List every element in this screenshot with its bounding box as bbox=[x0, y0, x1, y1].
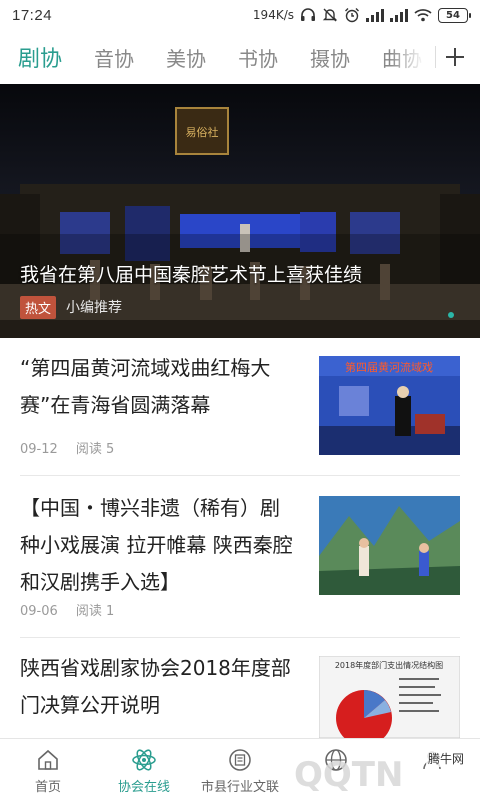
news-meta: 09-12 阅读 5 bbox=[20, 438, 114, 457]
nav-label: 市县行业文联 bbox=[200, 780, 279, 795]
document-icon bbox=[227, 747, 253, 773]
carousel-indicator bbox=[448, 312, 454, 318]
wifi-icon bbox=[414, 9, 432, 22]
tab-fade bbox=[390, 30, 440, 84]
tab-drama[interactable]: 剧协 bbox=[18, 41, 62, 73]
status-icons: 194K/s 54 bbox=[252, 7, 471, 23]
news-thumbnail: 2018年度部门支出情况结构图 bbox=[319, 656, 460, 738]
status-time: 17:24 bbox=[12, 6, 53, 24]
add-tab-button[interactable] bbox=[440, 42, 470, 72]
news-item[interactable]: “第四届黄河流域戏曲红梅大赛”在青海省圆满落幕 09-12 阅读 5 第四届黄河… bbox=[20, 350, 460, 460]
tab-photography[interactable]: 摄协 bbox=[310, 43, 350, 72]
tab-music[interactable]: 音协 bbox=[94, 43, 134, 72]
plus-icon bbox=[446, 48, 464, 66]
watermark-text: 腾牛网 bbox=[425, 750, 466, 767]
news-reads: 阅读 1 bbox=[75, 604, 115, 619]
svg-text:QQTN: QQTN bbox=[294, 755, 403, 795]
atom-icon bbox=[131, 747, 157, 773]
signal-icon-2 bbox=[390, 8, 408, 22]
tab-divider bbox=[435, 46, 436, 68]
hero-source: 小编推荐 bbox=[66, 300, 122, 316]
news-title: “第四届黄河流域戏曲红梅大赛”在青海省圆满落幕 bbox=[20, 356, 271, 417]
hero-banner[interactable]: 易俗社 我省在第八届中国秦腔艺术节上喜获佳绩 热文 小编推荐 bbox=[0, 84, 480, 338]
news-item[interactable]: 【中国・博兴非遗（稀有）剧种小戏展演 拉开帷幕 陕西秦腔和汉剧携手入选】 09-… bbox=[20, 490, 460, 625]
divider bbox=[20, 475, 460, 476]
thumb-caption: 2018年度部门支出情况结构图 bbox=[335, 660, 443, 670]
tab-calligraphy[interactable]: 书协 bbox=[238, 43, 278, 72]
nav-association-online[interactable]: 协会在线 bbox=[96, 739, 192, 800]
divider bbox=[20, 637, 460, 638]
news-thumbnail bbox=[319, 496, 460, 595]
news-date: 09-12 bbox=[20, 442, 58, 457]
headphones-icon bbox=[301, 8, 315, 21]
news-item[interactable]: 陕西省戏剧家协会2018年度部门决算公开说明 2018年度部门支出情况结构图 bbox=[20, 650, 460, 738]
home-icon bbox=[35, 747, 61, 773]
status-bar: 17:24 194K/s 54 bbox=[0, 0, 480, 30]
signal-icon bbox=[366, 8, 384, 22]
battery-indicator: 54 bbox=[438, 7, 471, 23]
hero-title: 我省在第八届中国秦腔艺术节上喜获佳绩 bbox=[20, 264, 363, 286]
news-reads: 阅读 5 bbox=[75, 442, 115, 457]
nav-label: 协会在线 bbox=[117, 780, 170, 795]
nav-city-arts[interactable]: 市县行业文联 bbox=[192, 739, 288, 800]
news-title: 【中国・博兴非遗（稀有）剧种小戏展演 拉开帷幕 陕西秦腔和汉剧携手入选】 bbox=[20, 496, 293, 594]
mute-icon bbox=[322, 8, 338, 22]
nav-label: 首页 bbox=[34, 780, 61, 795]
tab-art[interactable]: 美协 bbox=[166, 43, 206, 72]
alarm-icon bbox=[345, 8, 359, 23]
news-thumbnail: 第四届黄河流域戏 bbox=[319, 356, 460, 455]
hero-badge: 热文 bbox=[20, 296, 57, 319]
news-date: 09-06 bbox=[20, 604, 58, 619]
thumb-caption: 第四届黄河流域戏 bbox=[345, 360, 433, 374]
category-tabs: 剧协 音协 美协 书协 摄协 曲协 bbox=[0, 30, 480, 84]
network-speed: 194K/s bbox=[252, 8, 294, 22]
hero-plaque-text: 易俗社 bbox=[186, 125, 219, 139]
news-title: 陕西省戏剧家协会2018年度部门决算公开说明 bbox=[20, 656, 291, 717]
nav-home[interactable]: 首页 bbox=[0, 739, 96, 800]
news-meta: 09-06 阅读 1 bbox=[20, 600, 114, 619]
